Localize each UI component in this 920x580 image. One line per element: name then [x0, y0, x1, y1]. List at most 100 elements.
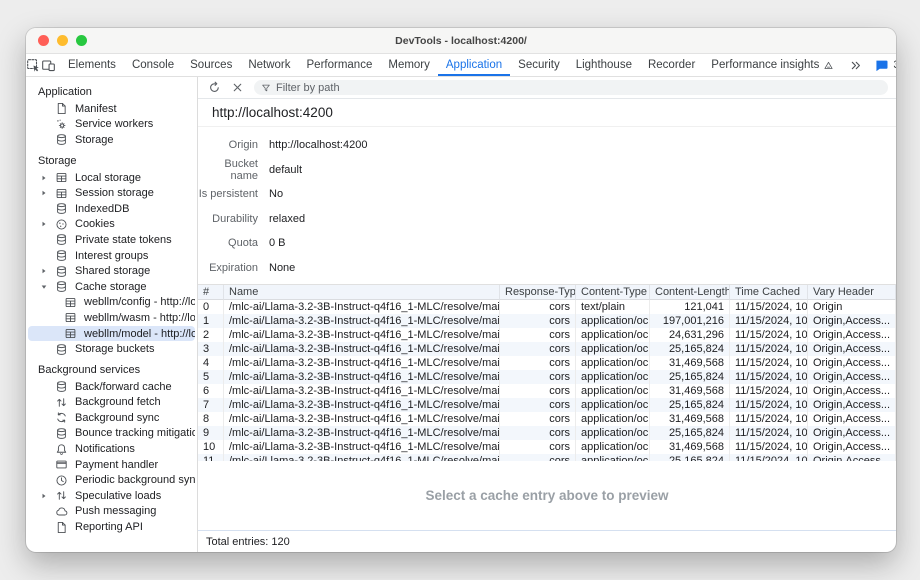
- column-header-name[interactable]: Name: [224, 285, 500, 300]
- cache-entry-row[interactable]: 1/mlc-ai/Llama-3.2-3B-Instruct-q4f16_1-M…: [198, 314, 896, 328]
- filter-input[interactable]: [276, 82, 881, 94]
- cell-name: /mlc-ai/Llama-3.2-3B-Instruct-q4f16_1-ML…: [224, 454, 500, 461]
- sidebar-item-storage-buckets[interactable]: Storage buckets: [28, 341, 195, 357]
- sidebar-item-payment-handler[interactable]: Payment handler: [28, 457, 195, 473]
- cell-: 11: [198, 454, 224, 461]
- column-header-content-length[interactable]: Content-Length: [650, 285, 730, 300]
- filter-box[interactable]: [254, 80, 888, 95]
- database-icon: [53, 249, 69, 262]
- cell-vary-header: Origin: [808, 300, 896, 314]
- refresh-button[interactable]: [204, 79, 224, 97]
- cache-entry-row[interactable]: 6/mlc-ai/Llama-3.2-3B-Instruct-q4f16_1-M…: [198, 384, 896, 398]
- sidebar-item-webllm-wasm-http-loca[interactable]: webllm/wasm - http://loca...: [28, 310, 195, 326]
- cell-vary-header: Origin,Access...: [808, 440, 896, 454]
- detail-label: Expiration: [198, 262, 258, 274]
- cache-entry-row[interactable]: 11/mlc-ai/Llama-3.2-3B-Instruct-q4f16_1-…: [198, 454, 896, 461]
- sidebar-item-session-storage[interactable]: Session storage: [28, 185, 195, 201]
- tab-security[interactable]: Security: [510, 54, 568, 76]
- cell-name: /mlc-ai/Llama-3.2-3B-Instruct-q4f16_1-ML…: [224, 412, 500, 426]
- cell-content-length: 31,469,568: [650, 384, 730, 398]
- cell-content-length: 197,001,216: [650, 314, 730, 328]
- bucket-details: Originhttp://localhost:4200Bucket namede…: [198, 127, 896, 284]
- chevron-right-icon[interactable]: [40, 220, 53, 228]
- issues-button[interactable]: 3: [868, 58, 896, 73]
- chevron-right-icon[interactable]: [40, 174, 53, 182]
- cell-response-type: cors: [500, 426, 576, 440]
- more-tabs-button[interactable]: [842, 58, 868, 73]
- chevron-right-icon[interactable]: [40, 189, 53, 197]
- column-header-time-cached[interactable]: Time Cached: [730, 285, 808, 300]
- detail-label: Is persistent: [198, 188, 258, 200]
- cache-entry-row[interactable]: 5/mlc-ai/Llama-3.2-3B-Instruct-q4f16_1-M…: [198, 370, 896, 384]
- detail-label: Durability: [198, 213, 258, 225]
- cell-content-type: application/oc...: [576, 384, 650, 398]
- cache-entry-row[interactable]: 9/mlc-ai/Llama-3.2-3B-Instruct-q4f16_1-M…: [198, 426, 896, 440]
- sidebar-item-local-storage[interactable]: Local storage: [28, 170, 195, 186]
- sidebar-item-shared-storage[interactable]: Shared storage: [28, 263, 195, 279]
- column-header-response-type[interactable]: Response-Type: [500, 285, 576, 300]
- cache-entry-row[interactable]: 4/mlc-ai/Llama-3.2-3B-Instruct-q4f16_1-M…: [198, 356, 896, 370]
- cell-response-type: cors: [500, 300, 576, 314]
- tab-network[interactable]: Network: [240, 54, 298, 76]
- tab-performance[interactable]: Performance: [299, 54, 381, 76]
- chevron-right-icon[interactable]: [40, 492, 53, 500]
- cell-time-cached: 11/15/2024, 10...: [730, 384, 808, 398]
- sidebar-item-cache-storage[interactable]: Cache storage: [28, 279, 195, 295]
- sidebar-item-background-sync[interactable]: Background sync: [28, 410, 195, 426]
- sidebar-item-interest-groups[interactable]: Interest groups: [28, 248, 195, 264]
- issues-count: 3: [893, 59, 896, 71]
- sidebar-item-label: Payment handler: [75, 459, 158, 471]
- sidebar-item-private-state-tokens[interactable]: Private state tokens: [28, 232, 195, 248]
- sidebar-item-webllm-model-http-loc[interactable]: webllm/model - http://loc...: [28, 326, 195, 342]
- cell-name: /mlc-ai/Llama-3.2-3B-Instruct-q4f16_1-ML…: [224, 342, 500, 356]
- cache-entry-row[interactable]: 3/mlc-ai/Llama-3.2-3B-Instruct-q4f16_1-M…: [198, 342, 896, 356]
- sidebar-item-notifications[interactable]: Notifications: [28, 441, 195, 457]
- cell-response-type: cors: [500, 454, 576, 461]
- cache-entry-row[interactable]: 7/mlc-ai/Llama-3.2-3B-Instruct-q4f16_1-M…: [198, 398, 896, 412]
- tab-console[interactable]: Console: [124, 54, 182, 76]
- sidebar-item-manifest[interactable]: Manifest: [28, 101, 195, 117]
- device-toolbar-button[interactable]: [41, 54, 56, 76]
- database-icon: [53, 202, 69, 215]
- sidebar-item-periodic-background-sync[interactable]: Periodic background sync: [28, 472, 195, 488]
- cell-response-type: cors: [500, 342, 576, 356]
- sidebar-item-reporting-api[interactable]: Reporting API: [28, 519, 195, 535]
- sidebar-item-label: webllm/model - http://loc...: [84, 328, 195, 340]
- cache-entry-row[interactable]: 8/mlc-ai/Llama-3.2-3B-Instruct-q4f16_1-M…: [198, 412, 896, 426]
- chevron-right-icon[interactable]: [40, 267, 53, 275]
- tab-lighthouse[interactable]: Lighthouse: [568, 54, 640, 76]
- column-header-content-type[interactable]: Content-Type: [576, 285, 650, 300]
- cache-entry-row[interactable]: 0/mlc-ai/Llama-3.2-3B-Instruct-q4f16_1-M…: [198, 300, 896, 314]
- devtools-tabbar: ElementsConsoleSourcesNetworkPerformance…: [26, 54, 896, 77]
- tab-elements[interactable]: Elements: [60, 54, 124, 76]
- cache-entry-row[interactable]: 2/mlc-ai/Llama-3.2-3B-Instruct-q4f16_1-M…: [198, 328, 896, 342]
- sidebar-item-service-workers[interactable]: Service workers: [28, 117, 195, 133]
- cell-name: /mlc-ai/Llama-3.2-3B-Instruct-q4f16_1-ML…: [224, 328, 500, 342]
- close-window-button[interactable]: [38, 35, 49, 46]
- cell-content-length: 31,469,568: [650, 356, 730, 370]
- sidebar-item-indexeddb[interactable]: IndexedDB: [28, 201, 195, 217]
- sidebar-item-push-messaging[interactable]: Push messaging: [28, 504, 195, 520]
- cell-content-type: application/oc...: [576, 412, 650, 426]
- tab-recorder[interactable]: Recorder: [640, 54, 703, 76]
- column-header-vary-header[interactable]: Vary Header: [808, 285, 896, 300]
- sidebar-item-back-forward-cache[interactable]: Back/forward cache: [28, 379, 195, 395]
- chevron-down-icon[interactable]: [40, 283, 53, 291]
- sidebar-item-webllm-config-http-loc[interactable]: webllm/config - http://loc...: [28, 295, 195, 311]
- zoom-window-button[interactable]: [76, 35, 87, 46]
- traffic-lights: [38, 35, 87, 46]
- tab-application[interactable]: Application: [438, 54, 510, 76]
- cache-entry-row[interactable]: 10/mlc-ai/Llama-3.2-3B-Instruct-q4f16_1-…: [198, 440, 896, 454]
- tab-performance-insights[interactable]: Performance insights: [703, 54, 842, 76]
- sidebar-item-cookies[interactable]: Cookies: [28, 217, 195, 233]
- column-header-[interactable]: #: [198, 285, 224, 300]
- tab-memory[interactable]: Memory: [380, 54, 438, 76]
- sidebar-item-bounce-tracking-mitigations[interactable]: Bounce tracking mitigations: [28, 426, 195, 442]
- inspect-element-button[interactable]: [26, 54, 41, 76]
- sidebar-item-background-fetch[interactable]: Background fetch: [28, 395, 195, 411]
- sidebar-item-storage[interactable]: Storage: [28, 132, 195, 148]
- minimize-window-button[interactable]: [57, 35, 68, 46]
- sidebar-item-speculative-loads[interactable]: Speculative loads: [28, 488, 195, 504]
- delete-selected-button[interactable]: [227, 79, 247, 97]
- tab-sources[interactable]: Sources: [182, 54, 240, 76]
